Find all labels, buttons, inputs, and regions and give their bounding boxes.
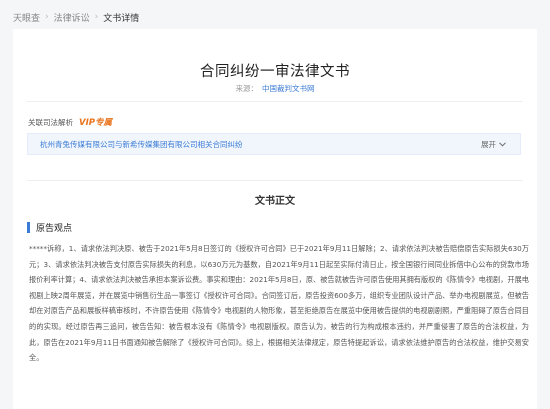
document-title: 合同纠纷一审法律文书	[200, 64, 350, 80]
expand-button[interactable]: 展开	[481, 139, 506, 150]
breadcrumb-home[interactable]: 天眼查	[13, 11, 40, 24]
source-link[interactable]: 中国裁判文书网	[262, 84, 315, 93]
vip-badge: VIP专属	[79, 118, 112, 128]
expand-label: 展开	[481, 140, 496, 149]
related-analysis-label: 关联司法解析	[28, 117, 73, 127]
chevron-down-icon	[499, 142, 506, 147]
related-case-title[interactable]: 杭州青兔传媒有限公司与新希传媒集团有限公司相关合同纠纷	[40, 139, 243, 150]
section-marker-bar	[27, 222, 30, 233]
divider	[27, 101, 523, 102]
related-analysis-header: 关联司法解析 VIP专属	[28, 116, 112, 129]
subsection-title: 原告观点	[36, 224, 73, 234]
plaintiff-argument-text: *****诉称，1、请求依法判决原、被告于2021年5月8日签订的《授权许可合同…	[29, 244, 529, 363]
section-title: 文书正文	[255, 196, 295, 207]
source-label: 来源：	[235, 84, 259, 93]
breadcrumb-separator-icon: ›	[45, 12, 49, 22]
subsection-header: 原告观点	[27, 221, 72, 234]
document-card: 合同纠纷一审法律文书 来源： 中国裁判文书网 关联司法解析 VIP专属 杭州青兔传…	[13, 29, 537, 409]
related-case-item[interactable]: 杭州青兔传媒有限公司与新希传媒集团有限公司相关合同纠纷 展开	[27, 133, 521, 155]
breadcrumb-legal[interactable]: 法律诉讼	[54, 11, 90, 24]
document-source: 来源： 中国裁判文书网	[13, 83, 537, 94]
breadcrumb: 天眼查 › 法律诉讼 › 文书详情	[13, 9, 139, 25]
breadcrumb-separator-icon: ›	[94, 12, 99, 22]
breadcrumb-current: 文书详情	[103, 13, 140, 24]
divider	[27, 180, 523, 181]
